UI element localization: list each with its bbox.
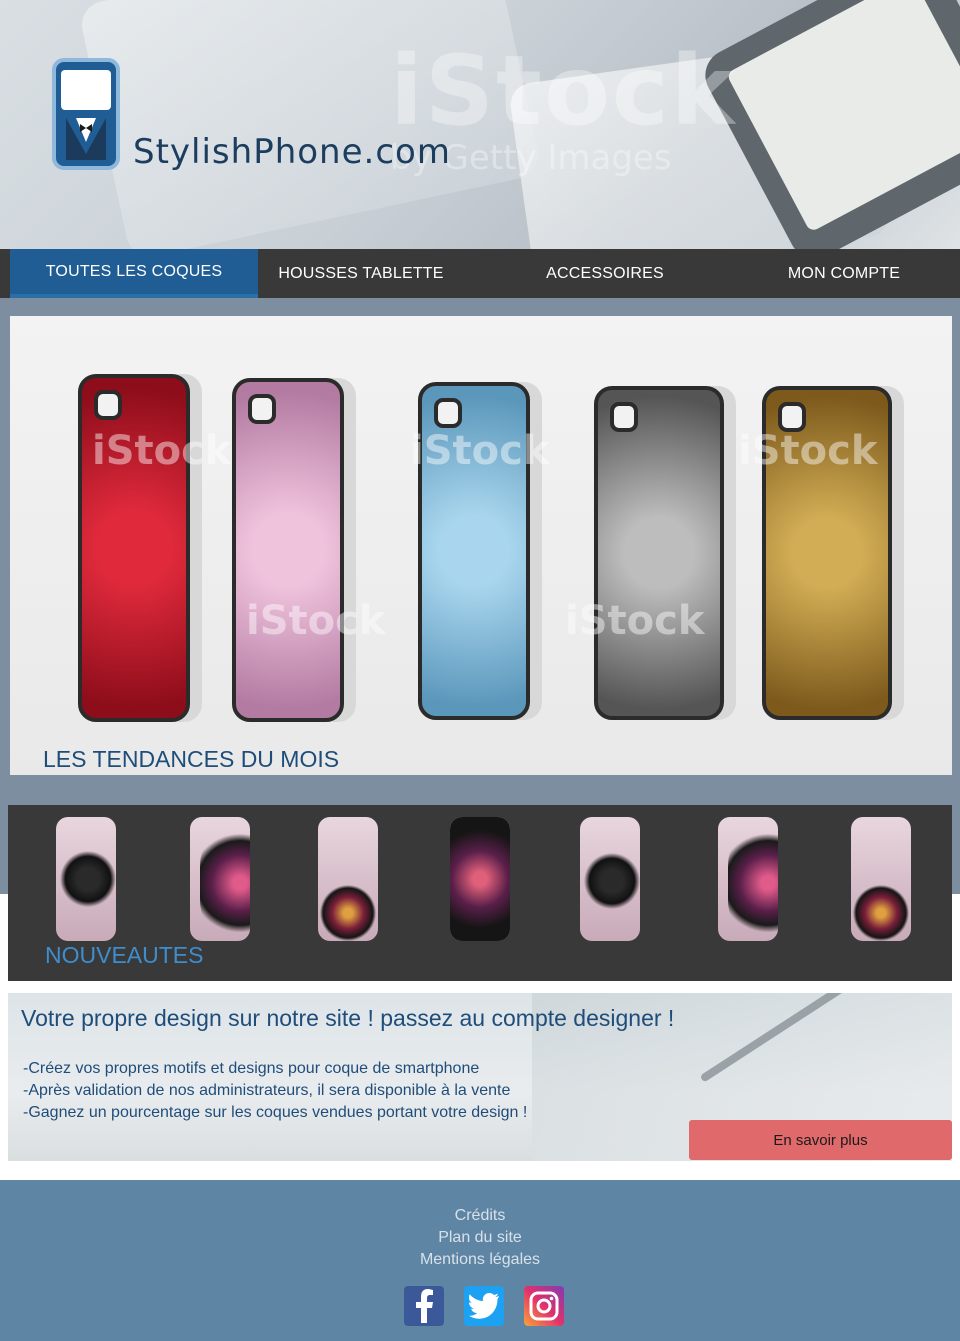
footer-link-legal[interactable]: Mentions légales <box>0 1251 960 1269</box>
designer-benefit: -Gagnez un pourcentage sur les coques ve… <box>23 1104 528 1121</box>
hero-banner[interactable]: iStock iStock iStock iStock iStock LES T… <box>10 316 952 775</box>
main-nav: TOUTES LES COQUES HOUSSES TABLETTE ACCES… <box>0 249 960 298</box>
instagram-icon[interactable] <box>524 1286 564 1326</box>
footer: Crédits Plan du site Mentions légales <box>0 1180 960 1341</box>
new-products-title: NOUVEAUTES <box>45 942 204 968</box>
logo-icon[interactable] <box>52 58 120 170</box>
designer-promo: Votre propre design sur notre site ! pas… <box>8 993 952 1161</box>
designer-title: Votre propre design sur notre site ! pas… <box>21 1005 675 1031</box>
stock-watermark: iStock <box>92 428 232 474</box>
product-thumbnail[interactable] <box>318 817 378 941</box>
product-thumbnail[interactable] <box>718 817 778 941</box>
twitter-icon[interactable] <box>464 1286 504 1326</box>
product-thumbnail[interactable] <box>851 817 911 941</box>
phone-case-silver <box>594 386 724 720</box>
footer-link-credits[interactable]: Crédits <box>0 1207 960 1225</box>
stock-watermark: iStock <box>738 428 878 474</box>
stock-watermark: iStock <box>390 35 737 147</box>
logo-wordmark[interactable]: StylishPhone.com <box>133 132 451 172</box>
product-thumbnail[interactable] <box>450 817 510 941</box>
designer-benefit: -Créez vos propres motifs et designs pou… <box>23 1060 480 1077</box>
new-products-section: NOUVEAUTES <box>8 805 952 981</box>
product-thumbnail[interactable] <box>56 817 116 941</box>
nav-item-housses-tablette[interactable]: HOUSSES TABLETTE <box>262 249 460 298</box>
phone-case-red <box>78 374 190 722</box>
nav-item-accessoires[interactable]: ACCESSOIRES <box>505 249 705 298</box>
stock-watermark: iStock <box>565 598 705 644</box>
stock-watermark: iStock <box>246 598 386 644</box>
hero-title: LES TENDANCES DU MOIS <box>43 746 340 772</box>
facebook-icon[interactable] <box>404 1286 444 1326</box>
learn-more-button[interactable]: En savoir plus <box>689 1120 952 1160</box>
nav-item-mon-compte[interactable]: MON COMPTE <box>745 249 943 298</box>
header-banner: iStock by Getty Images StylishPhone.com <box>0 0 960 249</box>
designer-benefit: -Après validation de nos administrateurs… <box>23 1082 511 1099</box>
phone-case-pink <box>232 378 344 722</box>
product-thumbnail[interactable] <box>580 817 640 941</box>
product-thumbnail[interactable] <box>190 817 250 941</box>
stock-watermark: iStock <box>410 428 550 474</box>
nav-item-toutes-les-coques[interactable]: TOUTES LES COQUES <box>10 249 258 298</box>
footer-link-sitemap[interactable]: Plan du site <box>0 1229 960 1247</box>
